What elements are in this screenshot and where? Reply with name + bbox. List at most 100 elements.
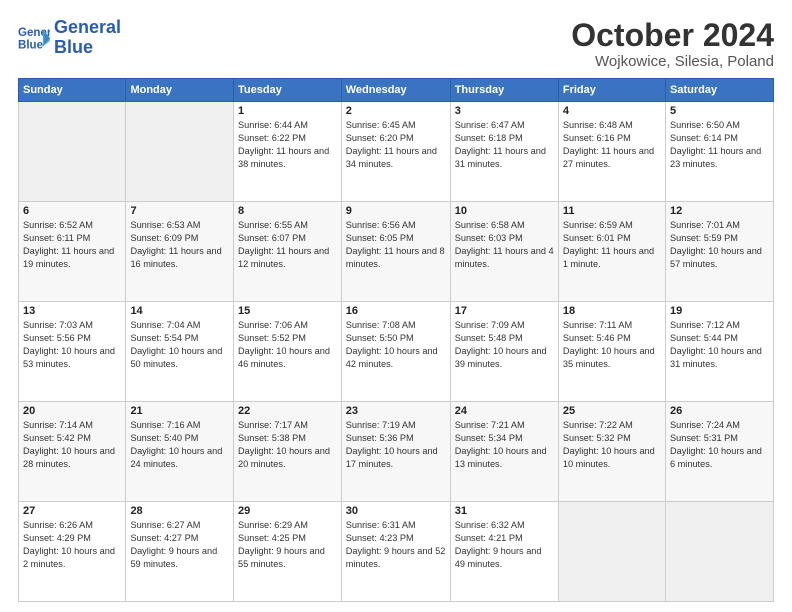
day-number: 7 [130, 205, 229, 217]
day-content: Sunrise: 7:09 AM Sunset: 5:48 PM Dayligh… [455, 319, 554, 371]
day-content: Sunrise: 7:04 AM Sunset: 5:54 PM Dayligh… [130, 319, 229, 371]
day-cell: 13 Sunrise: 7:03 AM Sunset: 5:56 PM Dayli… [19, 302, 126, 402]
week-row-5: 27 Sunrise: 6:26 AM Sunset: 4:29 PM Dayli… [19, 502, 774, 602]
day-cell: 19 Sunrise: 7:12 AM Sunset: 5:44 PM Dayli… [665, 302, 773, 402]
day-cell: 8 Sunrise: 6:55 AM Sunset: 6:07 PM Daylig… [234, 202, 342, 302]
day-content: Sunrise: 7:17 AM Sunset: 5:38 PM Dayligh… [238, 419, 337, 471]
day-content: Sunrise: 6:55 AM Sunset: 6:07 PM Dayligh… [238, 219, 337, 271]
day-content: Sunrise: 7:16 AM Sunset: 5:40 PM Dayligh… [130, 419, 229, 471]
day-content: Sunrise: 7:12 AM Sunset: 5:44 PM Dayligh… [670, 319, 769, 371]
day-content: Sunrise: 7:21 AM Sunset: 5:34 PM Dayligh… [455, 419, 554, 471]
day-cell: 12Sunrise: 7:01 AM Sunset: 5:59 PM Dayli… [665, 202, 773, 302]
day-number: 13 [23, 305, 121, 317]
day-number: 1 [238, 105, 337, 117]
day-number: 6 [23, 205, 121, 217]
day-cell [665, 502, 773, 602]
week-row-4: 20 Sunrise: 7:14 AM Sunset: 5:42 PM Dayli… [19, 402, 774, 502]
day-content: Sunrise: 6:47 AM Sunset: 6:18 PM Dayligh… [455, 119, 554, 171]
day-content: Sunrise: 6:50 AM Sunset: 6:14 PM Dayligh… [670, 119, 769, 171]
col-header-monday: Monday [126, 79, 234, 102]
day-number: 24 [455, 405, 554, 417]
day-content: Sunrise: 6:58 AM Sunset: 6:03 PM Dayligh… [455, 219, 554, 271]
day-content: Sunrise: 7:03 AM Sunset: 5:56 PM Dayligh… [23, 319, 121, 371]
day-cell: 30Sunrise: 6:31 AM Sunset: 4:23 PM Dayli… [341, 502, 450, 602]
day-cell: 15Sunrise: 7:06 AM Sunset: 5:52 PM Dayli… [234, 302, 342, 402]
day-number: 8 [238, 205, 337, 217]
day-number: 19 [670, 305, 769, 317]
day-content: Sunrise: 6:26 AM Sunset: 4:29 PM Dayligh… [23, 519, 121, 571]
day-cell: 1 Sunrise: 6:44 AM Sunset: 6:22 PM Daylig… [234, 102, 342, 202]
day-cell: 21 Sunrise: 7:16 AM Sunset: 5:40 PM Dayli… [126, 402, 234, 502]
day-cell: 20 Sunrise: 7:14 AM Sunset: 5:42 PM Dayli… [19, 402, 126, 502]
day-number: 12 [670, 205, 769, 217]
day-cell: 4 Sunrise: 6:48 AM Sunset: 6:16 PM Daylig… [558, 102, 665, 202]
calendar-table: SundayMondayTuesdayWednesdayThursdayFrid… [18, 78, 774, 602]
day-cell: 10Sunrise: 6:58 AM Sunset: 6:03 PM Dayli… [450, 202, 558, 302]
day-cell: 31 Sunrise: 6:32 AM Sunset: 4:21 PM Dayli… [450, 502, 558, 602]
day-number: 4 [563, 105, 661, 117]
day-cell: 26Sunrise: 7:24 AM Sunset: 5:31 PM Dayli… [665, 402, 773, 502]
day-cell: 6 Sunrise: 6:52 AM Sunset: 6:11 PM Daylig… [19, 202, 126, 302]
week-row-2: 6 Sunrise: 6:52 AM Sunset: 6:11 PM Daylig… [19, 202, 774, 302]
day-number: 20 [23, 405, 121, 417]
day-number: 22 [238, 405, 337, 417]
title-area: October 2024 Wojkowice, Silesia, Poland [571, 18, 774, 70]
logo-icon: General Blue [18, 22, 50, 54]
day-number: 27 [23, 505, 121, 517]
day-content: Sunrise: 7:22 AM Sunset: 5:32 PM Dayligh… [563, 419, 661, 471]
day-cell: 9Sunrise: 6:56 AM Sunset: 6:05 PM Daylig… [341, 202, 450, 302]
day-number: 25 [563, 405, 661, 417]
col-header-wednesday: Wednesday [341, 79, 450, 102]
day-cell: 24 Sunrise: 7:21 AM Sunset: 5:34 PM Dayli… [450, 402, 558, 502]
day-cell: 11 Sunrise: 6:59 AM Sunset: 6:01 PM Dayli… [558, 202, 665, 302]
day-cell [558, 502, 665, 602]
header-row: SundayMondayTuesdayWednesdayThursdayFrid… [19, 79, 774, 102]
day-number: 31 [455, 505, 554, 517]
day-cell: 17 Sunrise: 7:09 AM Sunset: 5:48 PM Dayli… [450, 302, 558, 402]
day-cell: 2Sunrise: 6:45 AM Sunset: 6:20 PM Daylig… [341, 102, 450, 202]
day-cell: 29 Sunrise: 6:29 AM Sunset: 4:25 PM Dayli… [234, 502, 342, 602]
day-content: Sunrise: 7:14 AM Sunset: 5:42 PM Dayligh… [23, 419, 121, 471]
col-header-saturday: Saturday [665, 79, 773, 102]
col-header-friday: Friday [558, 79, 665, 102]
day-cell: 25 Sunrise: 7:22 AM Sunset: 5:32 PM Dayli… [558, 402, 665, 502]
day-content: Sunrise: 6:29 AM Sunset: 4:25 PM Dayligh… [238, 519, 337, 571]
day-number: 15 [238, 305, 337, 317]
day-cell: 14Sunrise: 7:04 AM Sunset: 5:54 PM Dayli… [126, 302, 234, 402]
day-number: 5 [670, 105, 769, 117]
day-number: 28 [130, 505, 229, 517]
day-number: 11 [563, 205, 661, 217]
col-header-tuesday: Tuesday [234, 79, 342, 102]
day-number: 23 [346, 405, 446, 417]
day-cell: 5 Sunrise: 6:50 AM Sunset: 6:14 PM Daylig… [665, 102, 773, 202]
day-cell: 28 Sunrise: 6:27 AM Sunset: 4:27 PM Dayli… [126, 502, 234, 602]
day-cell: 18Sunrise: 7:11 AM Sunset: 5:46 PM Dayli… [558, 302, 665, 402]
day-content: Sunrise: 7:19 AM Sunset: 5:36 PM Dayligh… [346, 419, 446, 471]
day-content: Sunrise: 6:59 AM Sunset: 6:01 PM Dayligh… [563, 219, 661, 271]
day-content: Sunrise: 6:56 AM Sunset: 6:05 PM Dayligh… [346, 219, 446, 271]
day-content: Sunrise: 6:48 AM Sunset: 6:16 PM Dayligh… [563, 119, 661, 171]
header: General Blue General Blue October 2024 W… [18, 18, 774, 70]
day-content: Sunrise: 7:11 AM Sunset: 5:46 PM Dayligh… [563, 319, 661, 371]
day-cell: 16Sunrise: 7:08 AM Sunset: 5:50 PM Dayli… [341, 302, 450, 402]
day-cell: 27 Sunrise: 6:26 AM Sunset: 4:29 PM Dayli… [19, 502, 126, 602]
week-row-3: 13 Sunrise: 7:03 AM Sunset: 5:56 PM Dayli… [19, 302, 774, 402]
day-content: Sunrise: 7:24 AM Sunset: 5:31 PM Dayligh… [670, 419, 769, 471]
day-number: 17 [455, 305, 554, 317]
day-cell: 23 Sunrise: 7:19 AM Sunset: 5:36 PM Dayli… [341, 402, 450, 502]
day-cell: 3Sunrise: 6:47 AM Sunset: 6:18 PM Daylig… [450, 102, 558, 202]
day-number: 29 [238, 505, 337, 517]
day-cell: 7Sunrise: 6:53 AM Sunset: 6:09 PM Daylig… [126, 202, 234, 302]
day-content: Sunrise: 6:27 AM Sunset: 4:27 PM Dayligh… [130, 519, 229, 571]
day-number: 30 [346, 505, 446, 517]
day-content: Sunrise: 6:52 AM Sunset: 6:11 PM Dayligh… [23, 219, 121, 271]
svg-text:Blue: Blue [18, 39, 44, 51]
logo-line1: General Blue [54, 18, 121, 58]
page: General Blue General Blue October 2024 W… [0, 0, 792, 612]
day-content: Sunrise: 6:32 AM Sunset: 4:21 PM Dayligh… [455, 519, 554, 571]
month-title: October 2024 [571, 18, 774, 53]
logo: General Blue General Blue [18, 18, 121, 58]
day-cell [126, 102, 234, 202]
day-number: 21 [130, 405, 229, 417]
day-content: Sunrise: 6:44 AM Sunset: 6:22 PM Dayligh… [238, 119, 337, 171]
